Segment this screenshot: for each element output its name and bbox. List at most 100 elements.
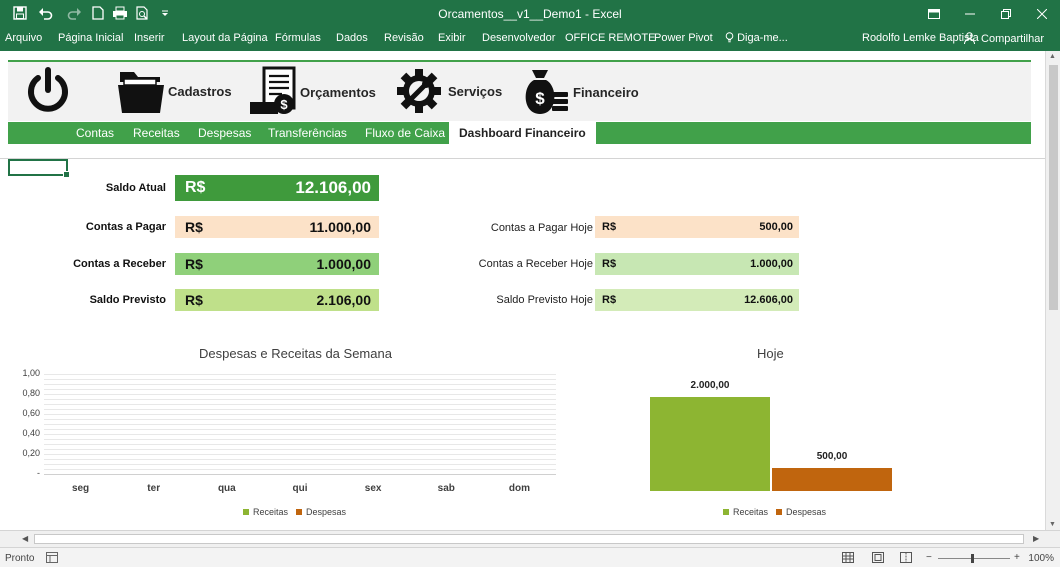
zoom-level[interactable]: 100%	[1028, 553, 1054, 564]
gridline	[44, 429, 556, 430]
gridline	[44, 399, 556, 400]
subnav-receitas[interactable]: Receitas	[133, 126, 180, 140]
legend-swatch-receitas	[243, 509, 249, 515]
scroll-left-icon[interactable]: ◀	[22, 534, 28, 543]
subnav-contas[interactable]: Contas	[76, 126, 114, 140]
scroll-right-icon[interactable]: ▶	[1033, 534, 1039, 543]
share-button[interactable]: Compartilhar	[959, 29, 1050, 48]
restore-icon[interactable]	[988, 0, 1024, 27]
macro-record-icon[interactable]	[46, 552, 58, 566]
share-label: Compartilhar	[981, 33, 1044, 45]
tab-revisao[interactable]: Revisão	[384, 32, 424, 44]
menu-orcamentos-label: Orçamentos	[300, 84, 376, 100]
saldo-previsto-box: R$ 2.106,00	[175, 289, 379, 311]
svg-text:$: $	[535, 89, 545, 108]
active-cell[interactable]	[8, 159, 70, 178]
saldo-previsto-label: Saldo Previsto	[89, 294, 166, 306]
legend-despesas: Despesas	[776, 507, 826, 517]
y-tick-label: 1,00	[22, 368, 40, 378]
data-label: 500,00	[816, 450, 848, 462]
bar-receitas[interactable]	[650, 397, 770, 491]
subnav-transferencias[interactable]: Transferências	[268, 126, 347, 140]
zoom-in-icon[interactable]: +	[1014, 552, 1020, 563]
legend-despesas: Despesas	[296, 507, 346, 517]
tab-arquivo[interactable]: Arquivo	[5, 32, 42, 44]
tab-dados[interactable]: Dados	[336, 32, 368, 44]
page-break-icon[interactable]	[900, 552, 912, 566]
y-tick-label: 0,40	[22, 428, 40, 438]
close-icon[interactable]	[1024, 0, 1060, 27]
tell-me-box[interactable]: Diga-me...	[725, 32, 788, 44]
saldo-previsto-hoje-label: Saldo Previsto Hoje	[496, 294, 593, 306]
vertical-scroll-thumb[interactable]	[1049, 65, 1058, 310]
legend-swatch-despesas	[296, 509, 302, 515]
category-label: seg	[71, 483, 90, 494]
power-button[interactable]	[26, 66, 70, 114]
gridline	[44, 459, 556, 460]
y-tick-label: 0,60	[22, 408, 40, 418]
contas-a-receber-hoje-label: Contas a Receber Hoje	[478, 258, 593, 270]
today-chart-title: Hoje	[757, 346, 784, 361]
y-tick-label: -	[37, 468, 40, 478]
scroll-up-icon[interactable]: ▲	[1049, 53, 1056, 60]
category-label: qui	[292, 483, 308, 494]
tab-layout[interactable]: Layout da Página	[182, 32, 268, 44]
currency-symbol: R$	[185, 292, 203, 308]
legend-swatch-receitas	[723, 509, 729, 515]
ribbon-display-icon[interactable]	[916, 0, 952, 27]
zoom-out-icon[interactable]: −	[926, 552, 932, 563]
tab-power-pivot[interactable]: Power Pivot	[654, 32, 713, 44]
category-label: sab	[437, 483, 455, 494]
subnav-fluxo-de-caixa[interactable]: Fluxo de Caixa	[365, 126, 445, 140]
gridline	[44, 464, 556, 465]
currency-symbol: R$	[185, 256, 203, 272]
tab-pagina-inicial[interactable]: Página Inicial	[58, 32, 123, 44]
money-bag-icon: $	[525, 70, 568, 114]
horizontal-scroll-track[interactable]	[34, 534, 1024, 544]
normal-view-icon[interactable]	[842, 552, 854, 566]
person-icon	[964, 32, 976, 44]
legend-despesas-label: Despesas	[306, 507, 347, 517]
horizontal-scrollbar[interactable]: ◀ ▶	[0, 530, 1060, 547]
gridline	[44, 374, 556, 375]
contas-a-pagar-box: R$ 11.000,00	[175, 216, 379, 238]
menu-financeiro[interactable]: $ Financeiro	[520, 66, 639, 118]
contas-a-pagar-value: 11.000,00	[309, 219, 371, 235]
tab-desenvolvedor[interactable]: Desenvolvedor	[482, 32, 555, 44]
saldo-atual-box: R$ 12.106,00	[175, 175, 379, 201]
svg-text:$: $	[280, 97, 288, 112]
tab-office-remote[interactable]: OFFICE REMOTE	[565, 32, 655, 44]
folder-icon	[118, 72, 164, 113]
vertical-scrollbar[interactable]: ▲ ▼	[1045, 51, 1060, 530]
category-label: ter	[147, 483, 161, 494]
gear-wrench-icon	[397, 69, 441, 113]
tab-formulas[interactable]: Fórmulas	[275, 32, 321, 44]
category-label: dom	[508, 483, 530, 494]
page-layout-icon[interactable]	[872, 552, 884, 566]
gridline	[44, 409, 556, 410]
menu-servicos-label: Serviços	[448, 83, 503, 99]
bar-despesas[interactable]	[772, 467, 892, 491]
zoom-slider[interactable]	[938, 558, 1010, 559]
minimize-icon[interactable]	[952, 0, 988, 27]
saldo-previsto-hoje-value: 12.606,00	[744, 294, 793, 306]
contas-a-receber-label: Contas a Receber	[73, 258, 166, 270]
gridline	[44, 449, 556, 450]
menu-orcamentos[interactable]: $ Orçamentos	[248, 66, 376, 118]
tell-me-label: Diga-me...	[737, 32, 788, 44]
menu-cadastros[interactable]: Cadastros	[118, 68, 232, 114]
menu-servicos[interactable]: Serviços	[396, 68, 502, 114]
legend-despesas-label: Despesas	[786, 507, 827, 517]
scroll-down-icon[interactable]: ▼	[1049, 521, 1056, 528]
gridline	[44, 444, 556, 445]
menu-financeiro-label: Financeiro	[573, 84, 639, 100]
subnav-despesas[interactable]: Despesas	[198, 126, 251, 140]
contas-a-receber-hoje-value: 1.000,00	[750, 258, 793, 270]
sub-navigation: Contas Receitas Despesas Transferências …	[8, 122, 1031, 144]
currency-symbol: R$	[602, 258, 617, 270]
subnav-dashboard-financeiro[interactable]: Dashboard Financeiro	[449, 122, 596, 144]
saldo-previsto-hoje-box: R$ 12.606,00	[595, 289, 799, 311]
tab-inserir[interactable]: Inserir	[134, 32, 165, 44]
zoom-slider-thumb[interactable]	[971, 554, 974, 563]
tab-exibir[interactable]: Exibir	[438, 32, 466, 44]
